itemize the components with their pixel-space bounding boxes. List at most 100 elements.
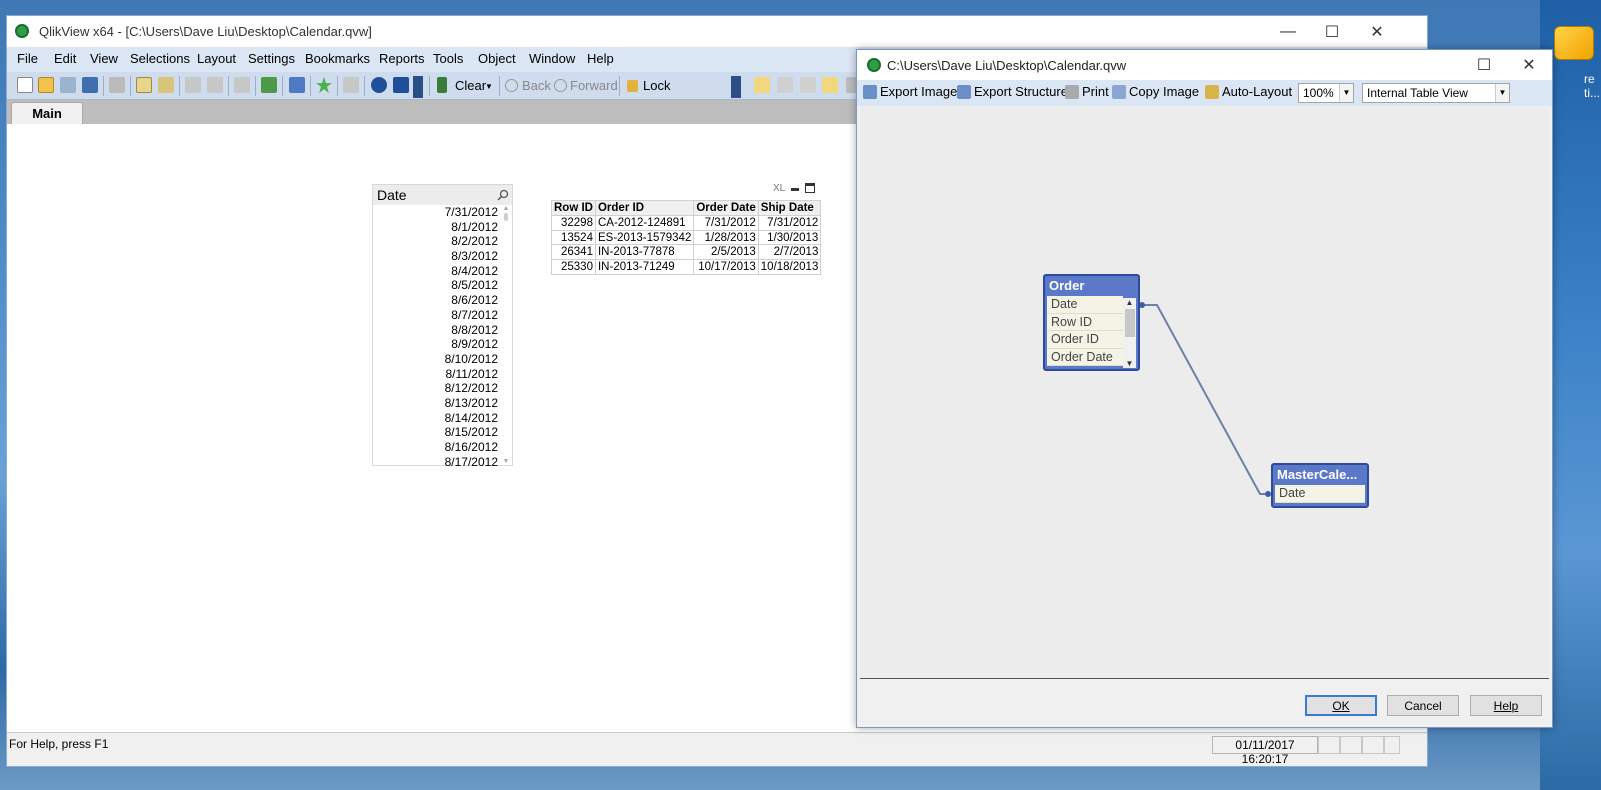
print-button[interactable]: Print bbox=[1065, 84, 1109, 99]
table-cell[interactable]: 25330 bbox=[551, 259, 596, 275]
desktop-folder-icon[interactable] bbox=[1554, 26, 1594, 60]
table-cell[interactable]: ES-2013-1579342 bbox=[594, 229, 695, 246]
clear-icon[interactable] bbox=[437, 77, 447, 93]
listbox-value[interactable]: 8/15/2012 bbox=[373, 425, 500, 440]
listbox-value[interactable]: 8/5/2012 bbox=[373, 278, 500, 293]
zoom-select[interactable]: 100% ▼ bbox=[1298, 83, 1354, 103]
clear-button[interactable]: Clear bbox=[455, 78, 486, 93]
menu-view[interactable]: View bbox=[90, 51, 118, 66]
search-icon[interactable] bbox=[497, 189, 509, 201]
menu-help[interactable]: Help bbox=[587, 51, 614, 66]
chevron-down-icon[interactable]: ▼ bbox=[1123, 359, 1136, 368]
ok-button[interactable]: OK bbox=[1305, 695, 1377, 716]
listbox-value[interactable]: 8/11/2012 bbox=[373, 367, 500, 382]
table-cell[interactable]: 7/31/2012 bbox=[757, 215, 822, 231]
table-node-mastercalendar[interactable]: MasterCale... Date bbox=[1271, 463, 1369, 508]
table-cell[interactable]: 2/5/2013 bbox=[693, 244, 759, 261]
column-header-ship-date[interactable]: Ship Date bbox=[757, 200, 822, 216]
reload-icon[interactable] bbox=[60, 77, 76, 93]
listbox-value[interactable]: 8/13/2012 bbox=[373, 396, 500, 411]
column-header-row-id[interactable]: Row ID bbox=[551, 200, 596, 216]
new-chart-icon[interactable] bbox=[289, 77, 305, 93]
listbox-value[interactable]: 8/8/2012 bbox=[373, 323, 500, 338]
table-cell[interactable]: 2/7/2013 bbox=[757, 244, 822, 261]
sheet-object-icon[interactable] bbox=[800, 77, 816, 93]
listbox-value[interactable]: 8/9/2012 bbox=[373, 337, 500, 352]
listbox-value[interactable]: 8/2/2012 bbox=[373, 234, 500, 249]
table-cell[interactable]: CA-2012-124891 bbox=[594, 215, 695, 231]
table-row[interactable]: 25330 IN-2013-71249 10/17/2013 10/18/2013 bbox=[551, 259, 822, 275]
listbox-value[interactable]: 8/1/2012 bbox=[373, 220, 500, 235]
sheet-properties-icon[interactable] bbox=[822, 77, 838, 93]
menu-bookmarks[interactable]: Bookmarks bbox=[305, 51, 370, 66]
table-cell[interactable]: 10/17/2013 bbox=[693, 259, 759, 275]
field-item[interactable]: Date bbox=[1275, 485, 1365, 503]
menu-tools[interactable]: Tools bbox=[433, 51, 463, 66]
listbox-value[interactable]: 8/16/2012 bbox=[373, 440, 500, 455]
tab-main[interactable]: Main bbox=[11, 102, 83, 124]
field-item[interactable]: Row ID bbox=[1047, 314, 1123, 331]
table-cell[interactable]: 1/30/2013 bbox=[757, 229, 822, 246]
auto-layout-button[interactable]: Auto-Layout bbox=[1205, 84, 1292, 99]
chevron-down-icon[interactable]: ▼ bbox=[1495, 84, 1509, 102]
table-row[interactable]: 13524 ES-2013-1579342 1/28/2013 1/30/2013 bbox=[551, 229, 822, 246]
table-row[interactable]: 32298 CA-2012-124891 7/31/2012 7/31/2012 bbox=[551, 215, 822, 231]
scroll-thumb[interactable] bbox=[504, 213, 508, 221]
listbox-date[interactable]: Date 7/31/2012 8/1/2012 8/2/2012 8/3/2012 8/… bbox=[372, 184, 513, 469]
lock-button[interactable]: Lock bbox=[643, 78, 670, 93]
redo-icon[interactable] bbox=[207, 77, 223, 93]
chevron-up-icon[interactable]: ▲ bbox=[1123, 298, 1136, 307]
undo-icon[interactable] bbox=[185, 77, 201, 93]
help-icon[interactable] bbox=[371, 77, 387, 93]
edit-script-icon[interactable] bbox=[136, 77, 152, 93]
help-button[interactable]: Help bbox=[1470, 695, 1542, 716]
menu-layout[interactable]: Layout bbox=[197, 51, 236, 66]
export-image-button[interactable]: Export Image bbox=[863, 84, 957, 99]
maximize-button[interactable]: ☐ bbox=[1309, 16, 1355, 47]
maximize-icon[interactable] bbox=[805, 183, 815, 193]
view-select[interactable]: Internal Table View ▼ bbox=[1362, 83, 1510, 103]
excel-export-icon[interactable]: XL bbox=[773, 183, 785, 194]
close-button[interactable]: ✕ bbox=[1354, 16, 1400, 47]
search-icon[interactable] bbox=[234, 77, 250, 93]
listbox-value[interactable]: 8/17/2012 bbox=[373, 455, 500, 470]
column-header-order-id[interactable]: Order ID bbox=[594, 200, 695, 216]
table-cell[interactable]: 26341 bbox=[551, 244, 596, 261]
table-cell[interactable]: IN-2013-77878 bbox=[594, 244, 695, 261]
new-sheet-icon[interactable] bbox=[754, 77, 770, 93]
listbox-value[interactable]: 8/14/2012 bbox=[373, 411, 500, 426]
forward-button[interactable]: Forward bbox=[570, 78, 618, 93]
select-fields-icon[interactable] bbox=[261, 77, 277, 93]
menu-window[interactable]: Window bbox=[529, 51, 575, 66]
table-cell[interactable]: 32298 bbox=[551, 215, 596, 231]
table-cell[interactable]: 1/28/2013 bbox=[693, 229, 759, 246]
toolbar-overflow-icon[interactable] bbox=[731, 76, 741, 98]
table-cell[interactable]: 10/18/2013 bbox=[757, 259, 822, 275]
back-button[interactable]: Back bbox=[522, 78, 551, 93]
table-cell[interactable]: 13524 bbox=[551, 229, 596, 246]
scroll-thumb[interactable] bbox=[1124, 309, 1135, 337]
menu-reports[interactable]: Reports bbox=[379, 51, 425, 66]
scrollbar[interactable]: ▲ ▼ bbox=[1123, 298, 1136, 368]
table-row[interactable]: 26341 IN-2013-77878 2/5/2013 2/7/2013 bbox=[551, 244, 822, 261]
save-icon[interactable] bbox=[82, 77, 98, 93]
dialog-maximize-button[interactable]: ☐ bbox=[1461, 50, 1507, 80]
menu-settings[interactable]: Settings bbox=[248, 51, 295, 66]
field-item[interactable]: Order ID bbox=[1047, 331, 1123, 349]
listbox-value[interactable]: 8/7/2012 bbox=[373, 308, 500, 323]
reload-script-icon[interactable] bbox=[158, 77, 174, 93]
listbox-value[interactable]: 8/4/2012 bbox=[373, 264, 500, 279]
menu-object[interactable]: Object bbox=[478, 51, 516, 66]
listbox-value[interactable]: 8/12/2012 bbox=[373, 381, 500, 396]
cancel-button[interactable]: Cancel bbox=[1387, 695, 1459, 716]
sheet-object-icon[interactable] bbox=[777, 77, 793, 93]
print-icon[interactable] bbox=[109, 77, 125, 93]
minimize-icon[interactable] bbox=[791, 188, 799, 191]
table-cell[interactable]: 7/31/2012 bbox=[693, 215, 759, 231]
listbox-value[interactable]: 7/31/2012 bbox=[373, 205, 500, 220]
field-item[interactable]: Date bbox=[1047, 296, 1123, 314]
scrollbar[interactable]: ▲ ▼ bbox=[501, 205, 511, 465]
table-cell[interactable]: IN-2013-71249 bbox=[594, 259, 695, 275]
bookmark-star-icon[interactable] bbox=[316, 77, 332, 93]
column-header-order-date[interactable]: Order Date bbox=[693, 200, 759, 216]
